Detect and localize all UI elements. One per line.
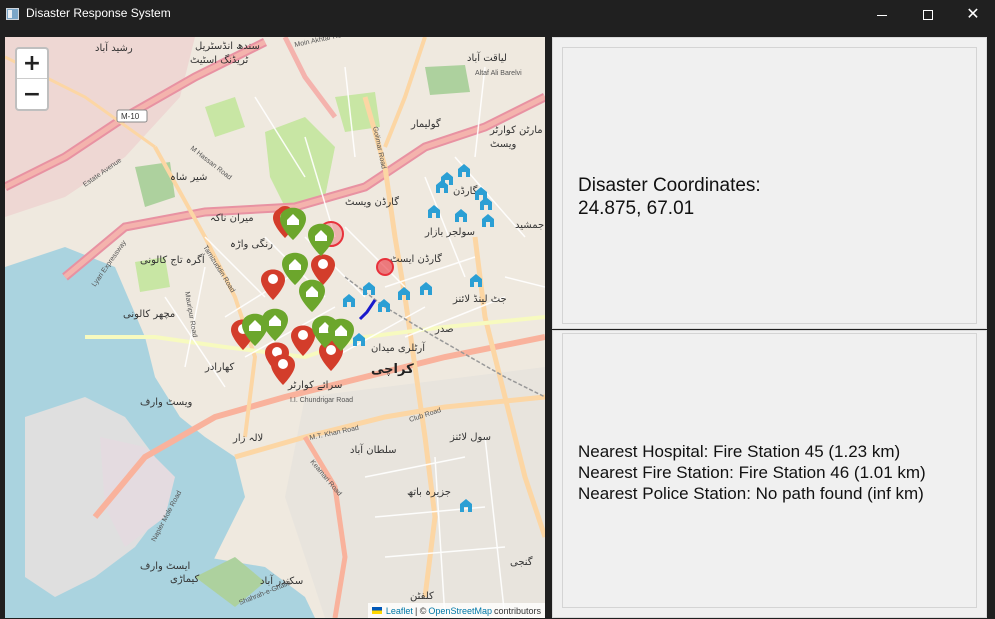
map-label: جٹ لینڈ لائنز [452, 294, 507, 305]
map-label: رشید آباد [95, 41, 133, 54]
disaster-label-box: Disaster Coordinates: 24.875, 67.01 [562, 47, 977, 324]
map-label: مارٹن کوارٹر [489, 125, 543, 136]
map-label: کراچی [371, 362, 414, 377]
map-label: سلطان آباد [350, 443, 397, 456]
map-label: کھارادر [204, 362, 235, 373]
map-label: لیاقت آباد [467, 51, 507, 64]
map-label: صدر [434, 324, 454, 335]
maximize-icon [923, 10, 933, 20]
road-label: I.I. Chundrigar Road [290, 397, 353, 404]
map-label: ایسٹ وارف [140, 561, 190, 572]
map-label: ویسٹ [490, 139, 517, 150]
map-label: ویسٹ وارف [140, 397, 193, 408]
zoom-control: + − [15, 47, 49, 111]
minimize-button[interactable] [859, 0, 905, 30]
minimize-icon [877, 14, 887, 16]
osm-link[interactable]: OpenStreetMap [428, 606, 492, 616]
map-label: مچھر کالونی [123, 309, 175, 320]
zoom-in-button[interactable]: + [17, 49, 47, 79]
disaster-coordinates-title: Disaster Coordinates: [578, 175, 761, 196]
app-icon [6, 8, 19, 20]
disaster-panel: Disaster Coordinates: 24.875, 67.01 [552, 37, 987, 329]
app-window: Disaster Response System ✕ رشید آباد سند… [0, 0, 995, 619]
close-icon: ✕ [966, 6, 980, 23]
map-tiles[interactable]: رشید آباد سندھ انڈسٹریل ٹریڈنگ اسٹیٹ لیا… [5, 37, 545, 618]
map-label: کلفٹن [410, 591, 434, 602]
svg-text:M-10: M-10 [121, 112, 140, 121]
map-label: شیر شاہ [170, 172, 207, 183]
map-label: سولجر بازار [424, 227, 475, 238]
map-label: جزیرہ باتھ [407, 487, 451, 498]
maximize-button[interactable] [905, 0, 951, 30]
map-label: میران ناکہ [210, 213, 254, 224]
nearest-services-box: Nearest Hospital: Fire Station 45 (1.23 … [562, 333, 977, 608]
map-label: گارڈن [453, 185, 478, 197]
map-label: سندھ انڈسٹریل [195, 41, 260, 52]
close-button[interactable]: ✕ [950, 0, 995, 30]
window-title: Disaster Response System [26, 6, 171, 20]
nearest-police-station: Nearest Police Station: No path found (i… [578, 484, 924, 503]
zoom-out-button[interactable]: − [17, 79, 47, 109]
attribution-separator: | © [414, 605, 427, 616]
map-label: لالہ زار [232, 433, 263, 444]
nearest-fire-station: Nearest Fire Station: Fire Station 46 (1… [578, 463, 926, 482]
map-label: آگرہ تاج کالونی [140, 253, 206, 266]
nearest-hospital: Nearest Hospital: Fire Station 45 (1.23 … [578, 442, 901, 461]
map-label: گارڈن ویسٹ [345, 196, 399, 208]
nearest-services-text: Nearest Hospital: Fire Station 45 (1.23 … [578, 441, 926, 504]
map-label: جمشید [515, 220, 544, 231]
map-label: آرٹلری میدان [371, 341, 426, 354]
map-view[interactable]: رشید آباد سندھ انڈسٹریل ٹریڈنگ اسٹیٹ لیا… [5, 37, 545, 618]
map-label: سرائے کوارٹر [287, 380, 342, 391]
title-bar[interactable]: Disaster Response System ✕ [0, 0, 995, 30]
attribution-contributors: contributors [493, 605, 541, 616]
disaster-circle[interactable] [376, 258, 394, 276]
map-label: گولیمار [410, 118, 441, 130]
map-label: کیماڑی [170, 574, 200, 585]
map-label: رنگی واڑہ [230, 238, 273, 250]
nearest-services-panel: Nearest Hospital: Fire Station 45 (1.23 … [552, 330, 987, 618]
map-label: ٹریڈنگ اسٹیٹ [190, 54, 248, 66]
map-label: سول لائنز [449, 432, 491, 443]
road-label: Altaf Ali Barelvi [475, 70, 522, 77]
map-label: گارڈن ایسٹ [390, 253, 442, 265]
disaster-coordinates: Disaster Coordinates: 24.875, 67.01 [578, 174, 761, 220]
disaster-coordinates-value: 24.875, 67.01 [578, 198, 695, 219]
ukraine-flag-icon [371, 607, 382, 614]
leaflet-link[interactable]: Leaflet [386, 606, 413, 616]
map-attribution: Leaflet | © OpenStreetMap contributors [367, 603, 545, 618]
m10-shield: M-10 [116, 109, 148, 123]
map-label: گنجی [510, 556, 533, 568]
